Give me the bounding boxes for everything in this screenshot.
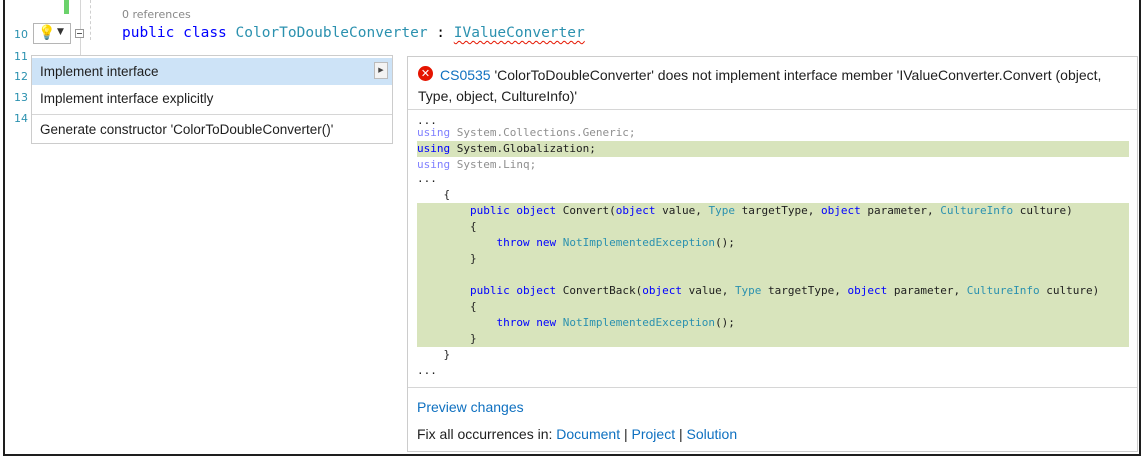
code-line-added: { [417,299,1129,315]
quick-actions-menu: Implement interface ▶ Implement interfac… [31,55,393,144]
code-lens-references[interactable]: 0 references [122,8,191,21]
separator: | [675,426,687,442]
code-line: ... [417,364,437,377]
code-line-added: } [417,331,1129,347]
code-line-added: public object ConvertBack(object value, … [417,283,1129,299]
menu-item-generate-constructor[interactable]: Generate constructor 'ColorToDoubleConve… [32,116,392,143]
preview-changes-link[interactable]: Preview changes [417,399,524,415]
error-description: 'ColorToDoubleConverter' does not implem… [418,67,1102,104]
line-number: 10 [14,28,28,41]
colon: : [427,25,454,41]
error-icon: ✕ [418,66,433,81]
change-indicator [64,0,69,14]
fix-document-link[interactable]: Document [556,426,620,442]
code-line-class-declaration[interactable]: public class ColorToDoubleConverter : IV… [122,25,585,41]
class-name: ColorToDoubleConverter [235,25,428,41]
lightbulb-icon: 💡 [38,25,56,41]
line-number: 14 [14,112,28,125]
keyword: class [183,25,227,41]
code-line: } [417,348,451,361]
interface-name-error[interactable]: IValueConverter [454,25,585,41]
fix-solution-link[interactable]: Solution [687,426,738,442]
menu-item-implement-interface[interactable]: Implement interface ▶ [32,58,392,85]
collapse-toggle[interactable] [75,29,84,38]
menu-separator [32,114,392,115]
margin-divider [80,0,81,56]
line-number: 12 [14,70,28,83]
code-line-added: { [417,219,1129,235]
quick-actions-button[interactable]: 💡 ▼ [33,23,71,44]
menu-item-implement-explicitly[interactable]: Implement interface explicitly [32,85,392,112]
code-line: ... [417,172,437,185]
code-line-added: public object Convert(object value, Type… [417,203,1129,219]
code-line: using System.Collections.Generic; [417,126,636,139]
code-text: System.Collections.Generic; [450,126,636,139]
chevron-down-icon: ▼ [57,27,64,37]
menu-item-label: Generate constructor 'ColorToDoubleConve… [40,122,334,137]
fix-project-link[interactable]: Project [632,426,676,442]
indent-guide [90,0,91,40]
separator: | [620,426,632,442]
code-line: { [417,188,451,201]
code-line-added: throw new NotImplementedException(); [417,235,1129,251]
divider [408,387,1137,388]
code-line-added: throw new NotImplementedException(); [417,315,1129,331]
error-message: CS0535 'ColorToDoubleConverter' does not… [418,65,1133,107]
code-line-added: } [417,251,1129,267]
preview-pane: CS0535 'ColorToDoubleConverter' does not… [407,56,1138,452]
fix-all-occurrences: Fix all occurrences in: Document | Proje… [417,426,737,442]
line-number: 13 [14,91,28,104]
submenu-arrow-icon[interactable]: ▶ [374,62,388,79]
line-number: 11 [14,50,28,63]
divider [408,109,1137,110]
menu-item-label: Implement interface [40,64,159,79]
error-code-link[interactable]: CS0535 [440,67,491,83]
keyword: public [122,25,175,41]
menu-item-label: Implement interface explicitly [40,91,214,106]
code-line-added: using System.Globalization; [417,141,1129,157]
fix-all-label: Fix all occurrences in: [417,426,557,442]
code-line-added [417,267,1129,283]
